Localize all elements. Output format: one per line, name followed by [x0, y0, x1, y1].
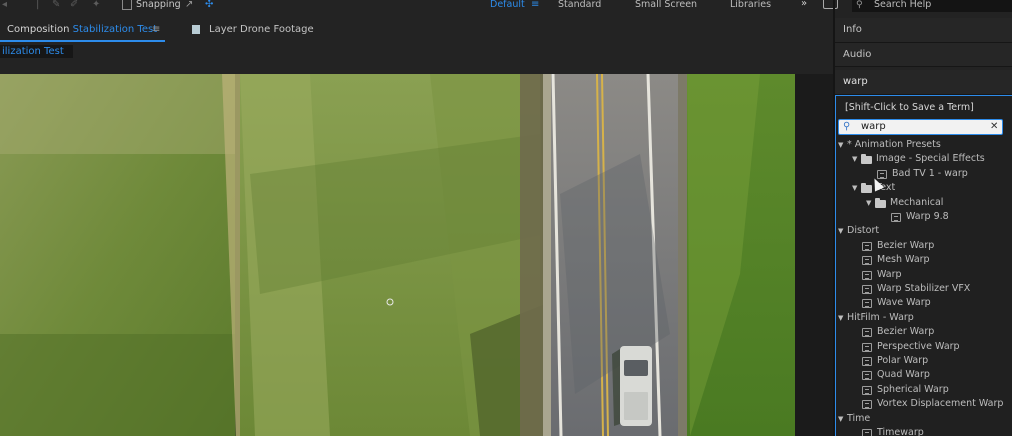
folder-icon — [861, 183, 872, 193]
tab-composition-prefix: Composition — [7, 24, 70, 35]
workspace-standard[interactable]: Standard — [558, 0, 601, 10]
search-icon: ⚲ — [856, 0, 863, 10]
info-panel-label: Info — [843, 24, 862, 35]
help-search-placeholder: Search Help — [874, 0, 932, 10]
effect-icon — [862, 343, 872, 352]
effect-item[interactable]: Warp — [877, 269, 902, 281]
folder-icon — [875, 198, 886, 208]
effects-search-value: warp — [861, 121, 886, 132]
composition-viewer[interactable] — [0, 74, 795, 436]
effect-icon — [862, 400, 872, 409]
disclosure-triangle-icon[interactable]: ▼ — [852, 153, 857, 165]
effect-item[interactable]: Timewarp — [877, 427, 924, 436]
effect-item[interactable]: Bezier Warp — [877, 326, 934, 338]
breadcrumb-bar — [0, 42, 833, 74]
tree-folder-item[interactable]: Mechanical — [890, 197, 943, 209]
pen-tool-icon[interactable]: ✎ — [52, 0, 60, 10]
drone-footage-frame — [0, 74, 795, 436]
tab-menu-icon[interactable]: ≡ — [152, 24, 160, 36]
disclosure-triangle-icon[interactable]: ▼ — [838, 413, 843, 425]
disclosure-triangle-icon[interactable]: ▼ — [852, 182, 857, 194]
effect-item[interactable]: Polar Warp — [877, 355, 928, 367]
effect-item[interactable]: Perspective Warp — [877, 341, 960, 353]
effect-item[interactable]: Warp Stabilizer VFX — [877, 283, 970, 295]
tab-layer[interactable]: Layer Drone Footage — [209, 24, 314, 36]
workspace-default[interactable]: Default — [490, 0, 525, 10]
disclosure-triangle-icon[interactable]: ▼ — [838, 312, 843, 324]
viewer-pasteboard — [795, 74, 833, 436]
effect-icon — [862, 242, 872, 251]
snapping-checkbox[interactable] — [122, 0, 132, 10]
effect-icon — [891, 213, 901, 222]
keyboard-shortcuts-icon[interactable] — [823, 0, 838, 9]
workspace-libraries[interactable]: Libraries — [730, 0, 771, 10]
workspace-small-screen[interactable]: Small Screen — [635, 0, 697, 10]
effect-item[interactable]: Bezier Warp — [877, 240, 934, 252]
effect-icon — [862, 429, 872, 436]
save-term-hint: [Shift-Click to Save a Term] — [845, 102, 974, 113]
tree-category-item[interactable]: HitFilm - Warp — [847, 312, 914, 324]
effect-item[interactable]: Spherical Warp — [877, 384, 949, 396]
brush-tool-icon[interactable]: ✐ — [70, 0, 78, 10]
effect-icon — [862, 371, 872, 380]
disclosure-triangle-icon[interactable]: ▼ — [866, 197, 871, 209]
workspace-menu-icon[interactable]: ≡ — [531, 0, 539, 10]
tool-icon[interactable]: ◂ — [2, 0, 7, 10]
disclosure-triangle-icon[interactable]: ▼ — [838, 225, 843, 237]
effect-icon — [862, 256, 872, 265]
audio-panel-label: Audio — [843, 49, 872, 60]
effect-item[interactable]: Warp 9.8 — [906, 211, 949, 223]
tree-category-item[interactable]: Distort — [847, 225, 879, 237]
tool-separator-icon: | — [36, 0, 40, 10]
top-toolbar: ◂ | ✎ ✐ ✦ Snapping ↗ ✣ Default ≡ Standar… — [0, 0, 1012, 14]
tree-category-item[interactable]: Time — [847, 413, 870, 425]
disclosure-triangle-icon[interactable]: ▼ — [838, 139, 843, 151]
breadcrumb[interactable]: ilization Test — [0, 45, 73, 58]
anchor-point-icon[interactable] — [386, 298, 394, 306]
snapping-label: Snapping — [136, 0, 181, 10]
effect-item[interactable]: Quad Warp — [877, 369, 930, 381]
workspace-overflow-icon[interactable]: » — [801, 0, 807, 9]
clear-search-icon[interactable]: ✕ — [990, 121, 998, 133]
effect-icon — [862, 271, 872, 280]
folder-icon — [861, 154, 872, 164]
help-search-field[interactable]: ⚲ Search Help — [852, 0, 1012, 12]
puppet-tool-icon[interactable]: ✦ — [92, 0, 100, 10]
search-icon: ⚲ — [843, 121, 851, 132]
effect-icon — [862, 357, 872, 366]
effect-item[interactable]: Wave Warp — [877, 297, 931, 309]
layer-color-icon — [192, 25, 200, 34]
tree-category-item[interactable]: * Animation Presets — [847, 139, 941, 151]
tab-composition-name: Stabilization Test — [72, 24, 158, 35]
effects-panel-label: warp — [843, 76, 868, 87]
effect-icon — [862, 386, 872, 395]
effect-icon — [862, 299, 872, 308]
effect-item[interactable]: Mesh Warp — [877, 254, 930, 266]
effect-item[interactable]: Vortex Displacement Warp — [877, 398, 1003, 410]
tab-composition[interactable]: Composition Stabilization Test — [7, 24, 157, 36]
effects-search-input[interactable]: ⚲ warp ✕ — [838, 119, 1003, 135]
tree-folder-item[interactable]: Image - Special Effects — [876, 153, 985, 165]
snap-features-icon[interactable]: ✣ — [205, 0, 213, 10]
snap-edges-icon[interactable]: ↗ — [185, 0, 193, 10]
effect-icon — [862, 285, 872, 294]
effect-item[interactable]: Bad TV 1 - warp — [892, 168, 968, 180]
effect-icon — [862, 328, 872, 337]
